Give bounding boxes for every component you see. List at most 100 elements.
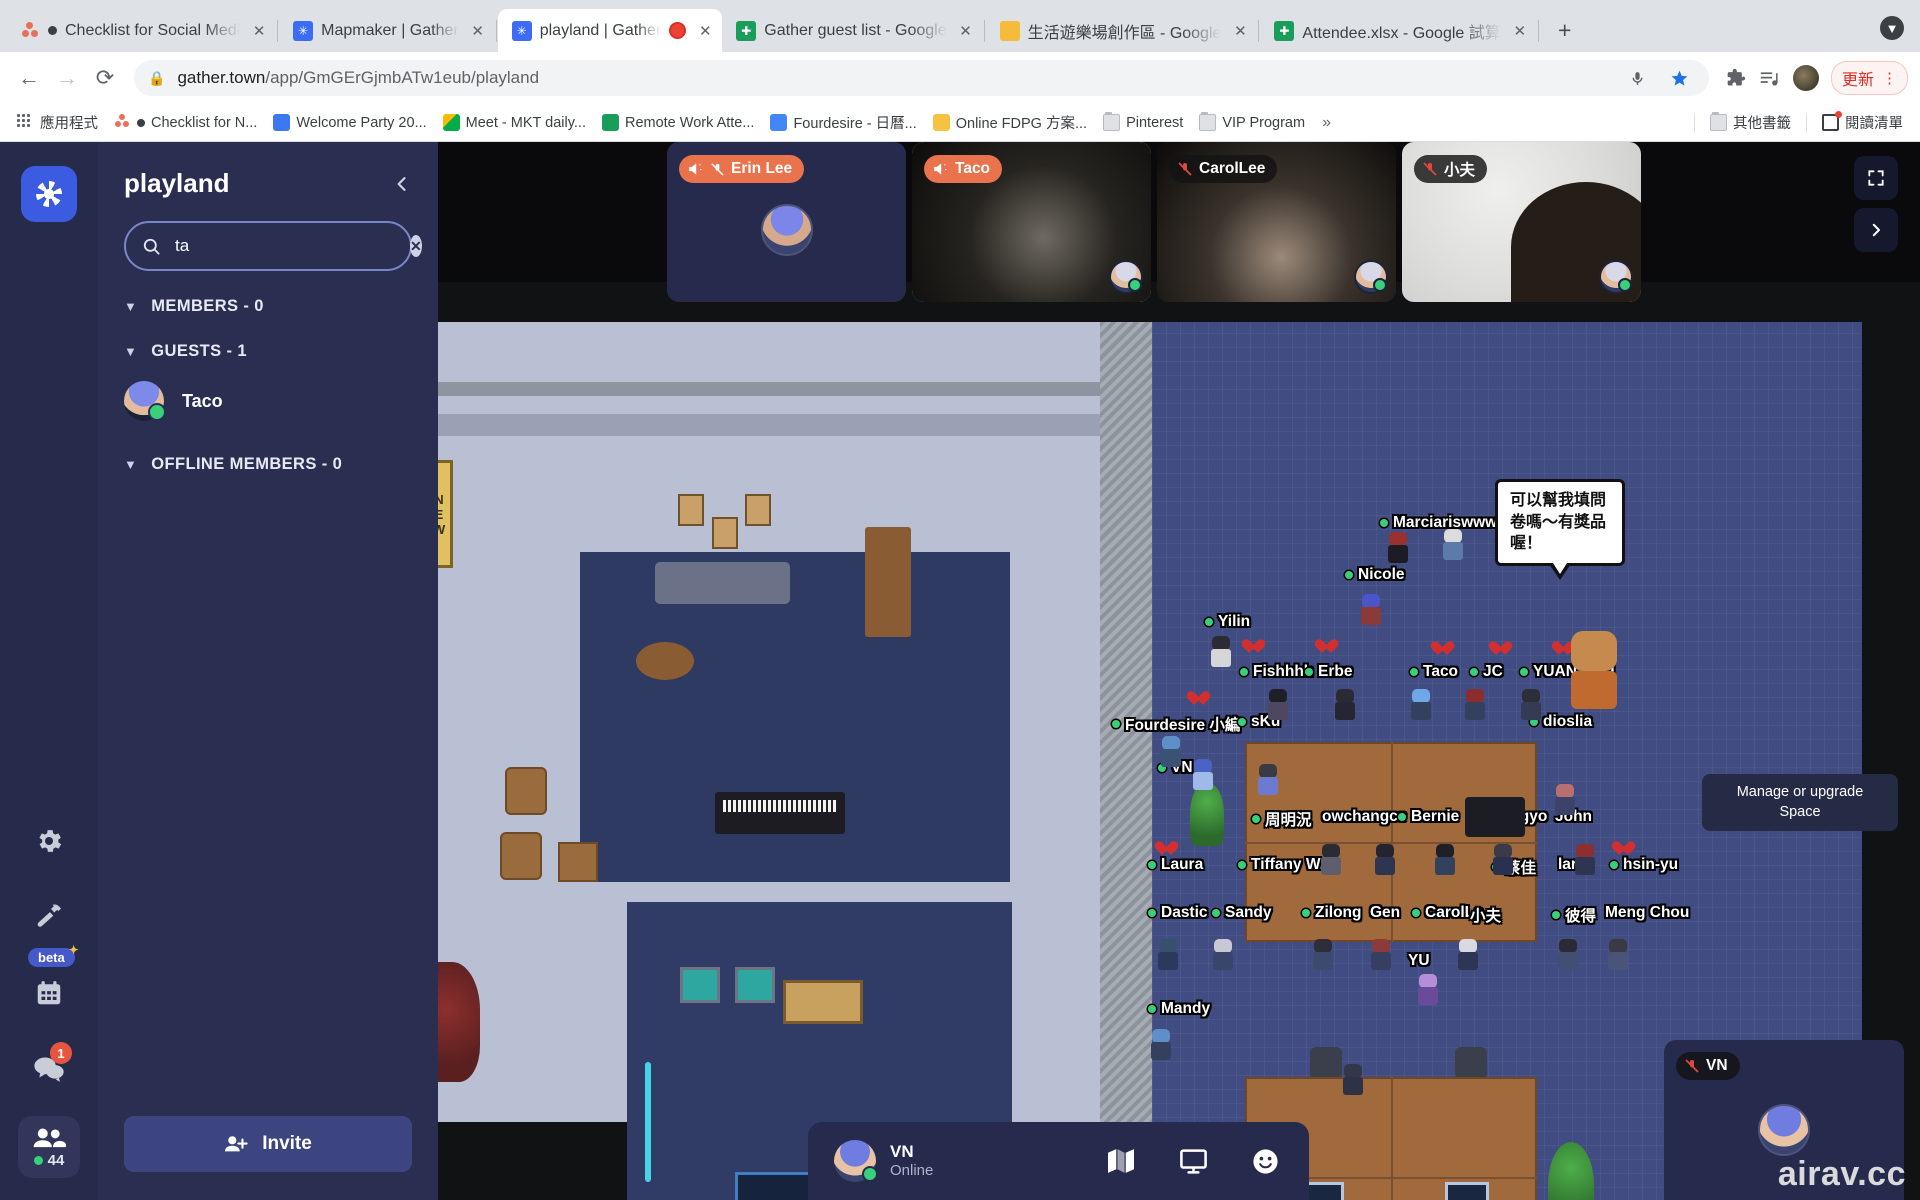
window-menu-icon[interactable]: ▼ [1880,16,1904,40]
player-sprite[interactable] [1208,634,1234,670]
media-control-icon[interactable] [1755,63,1785,93]
player-label[interactable]: Nicole [1345,566,1405,584]
player-label[interactable]: hsin-yu [1610,856,1678,874]
player-sprite[interactable] [1332,687,1358,723]
list-item[interactable]: Taco [124,381,412,421]
player-sprite[interactable] [1310,937,1336,973]
player-sprite[interactable] [1490,842,1516,878]
bookmark-checklist[interactable]: Checklist for N... [107,110,264,135]
browser-tab-0[interactable]: Checklist for Social Medi ✕ [6,9,276,52]
bookmark-welcome-party[interactable]: Welcome Party 20... [266,110,433,135]
update-button[interactable]: 更新 ⋮ [1831,61,1908,95]
player-label[interactable]: Tiffany W. [1238,856,1324,874]
minimap-button[interactable] [1103,1143,1139,1179]
group-header-offline-members[interactable]: ▼ OFFLINE MEMBERS - 0 [124,455,412,474]
close-icon[interactable]: ✕ [1509,20,1531,42]
chevron-left-icon[interactable] [392,174,412,194]
player-sprite[interactable] [1210,937,1236,973]
reload-button[interactable]: ⟳ [88,61,122,95]
extensions-puzzle-icon[interactable] [1721,63,1751,93]
player-label[interactable]: Mandy [1148,1000,1210,1018]
player-sprite[interactable] [1605,937,1631,973]
player-label[interactable]: Taco [1410,663,1458,681]
player-sprite[interactable] [1408,687,1434,723]
browser-tab-2-active[interactable]: ✳ playland | Gather ✕ [498,9,723,52]
search-participants-box[interactable]: ✕ [124,221,412,271]
bookmark-star-icon[interactable] [1665,63,1695,93]
screenshare-button[interactable] [1175,1143,1211,1179]
player-sprite-large[interactable] [1565,627,1625,713]
player-label[interactable]: 小夫 [1470,904,1501,926]
group-header-guests[interactable]: ▼ GUESTS - 1 [124,342,412,361]
forward-button[interactable]: → [50,61,84,95]
player-sprite[interactable] [1358,592,1384,628]
bookmark-remote-work[interactable]: Remote Work Atte... [595,110,761,135]
bookmark-vip-program[interactable]: VIP Program [1192,110,1312,135]
player-label[interactable]: Fourdesire 小編 [1112,713,1240,735]
player-label[interactable]: Erbe [1305,663,1352,681]
browser-tab-1[interactable]: ✳ Mapmaker | Gather ✕ [279,9,495,52]
player-sprite[interactable] [1440,527,1466,563]
player-sprite[interactable] [1552,782,1578,818]
player-sprite[interactable] [1255,762,1281,798]
browser-tab-3[interactable]: ✚ Gather guest list - Google ✕ [722,9,982,52]
player-sprite[interactable] [1158,734,1184,770]
close-icon[interactable]: ✕ [694,20,716,42]
reading-list-button[interactable]: 閱讀清單 [1815,108,1910,137]
profile-avatar[interactable] [1793,65,1819,91]
player-sprite[interactable] [1340,1062,1366,1098]
player-label[interactable]: Gen [1370,904,1400,922]
chat-button[interactable]: 1 [20,1040,78,1098]
player-label[interactable]: owchangce [1322,808,1406,826]
bookmark-pinterest[interactable]: Pinterest [1096,110,1190,135]
video-tile-carollee[interactable]: CarolLee [1157,142,1396,302]
bookmark-apps[interactable]: 應用程式 [10,108,105,137]
address-bar[interactable]: 🔒 gather.town/app/GmGErGjmbATw1eub/playl… [134,60,1709,96]
bookmark-fourdesire-calendar[interactable]: Fourdesire - 日曆... [763,108,923,137]
player-label[interactable]: Laura [1148,856,1203,874]
player-sprite[interactable] [1190,757,1216,793]
player-sprite[interactable] [1455,937,1481,973]
close-icon[interactable]: ✕ [467,20,489,42]
player-label[interactable]: Bernie [1398,808,1459,826]
video-tile-erin-lee[interactable]: Erin Lee [667,142,906,302]
back-button[interactable]: ← [12,61,46,95]
chrome-menu-icon[interactable]: ⋮ [1882,69,1897,87]
next-video-page-button[interactable] [1854,208,1898,252]
participants-button[interactable]: 44 [18,1116,80,1178]
settings-button[interactable] [20,812,78,870]
calendar-button[interactable]: beta✦ [20,964,78,1022]
mic-icon[interactable] [1623,63,1653,93]
gather-logo-icon[interactable] [21,166,77,222]
player-label[interactable]: Fishhhh [1240,663,1313,681]
player-label[interactable]: Meng Chou [1605,904,1689,922]
player-label[interactable]: Sandy [1212,904,1272,922]
player-sprite[interactable] [1148,1027,1174,1063]
player-sprite[interactable] [1372,842,1398,878]
player-label[interactable]: Yilin [1205,613,1250,631]
new-tab-button[interactable]: + [1548,13,1582,47]
player-sprite[interactable] [1555,937,1581,973]
video-tile-taco[interactable]: Taco [912,142,1151,302]
other-bookmarks-button[interactable]: 其他書籤 [1703,108,1798,137]
group-header-members[interactable]: ▼ MEMBERS - 0 [124,297,412,316]
player-sprite[interactable] [1368,937,1394,973]
search-input[interactable] [175,236,396,256]
close-icon[interactable]: ✕ [248,20,270,42]
player-sprite[interactable] [1572,842,1598,878]
close-icon[interactable]: ✕ [1229,20,1251,42]
emote-button[interactable] [1247,1143,1283,1179]
player-sprite[interactable] [1518,687,1544,723]
player-label[interactable]: Dastic [1148,904,1208,922]
player-sprite[interactable] [1318,842,1344,878]
invite-button[interactable]: Invite [124,1116,412,1172]
video-tile-xiaofu[interactable]: 小夫 [1402,142,1641,302]
bookmark-online-fdpg[interactable]: Online FDPG 方案... [926,108,1094,137]
build-button[interactable] [20,888,78,946]
bookmarks-overflow-button[interactable]: » [1314,110,1339,136]
player-sprite[interactable] [1462,687,1488,723]
player-label[interactable]: 周明況 [1252,808,1312,830]
player-sprite[interactable] [1155,937,1181,973]
browser-tab-5[interactable]: ✚ Attendee.xlsx - Google 試算 ✕ [1260,9,1536,52]
browser-tab-4[interactable]: 生活遊樂場創作區 - Google ✕ [986,9,1258,52]
